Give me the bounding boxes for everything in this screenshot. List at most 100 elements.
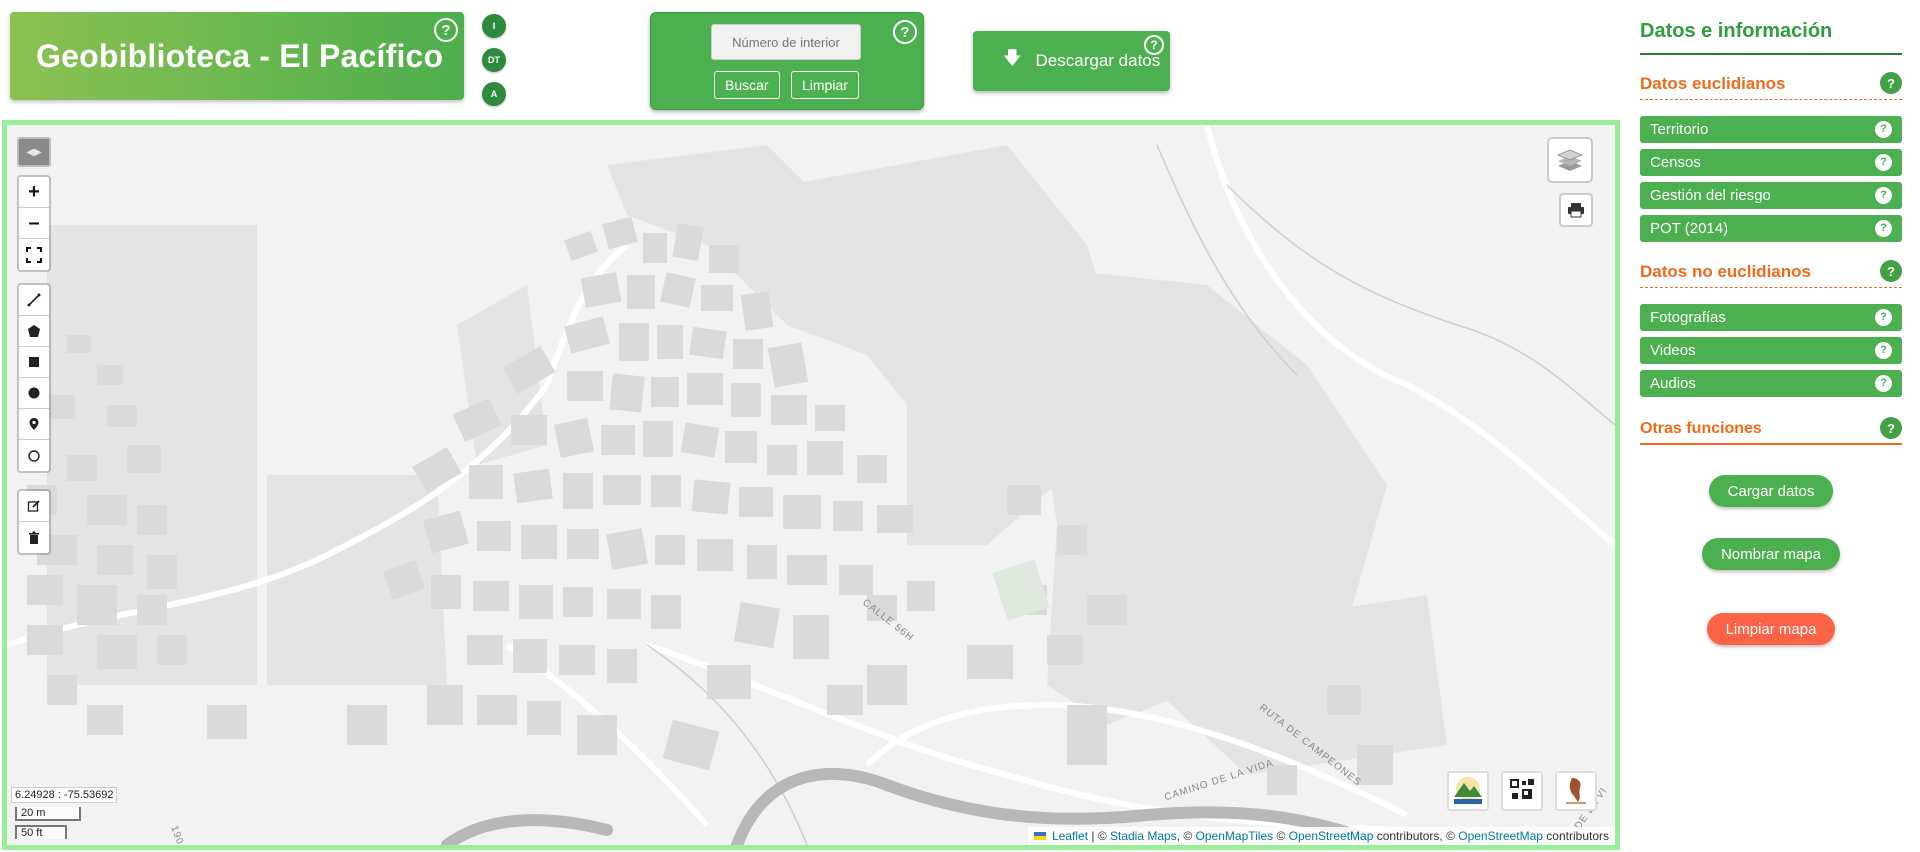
pot-help-icon[interactable]: ? [1875, 220, 1892, 237]
draw-circle-button[interactable] [19, 378, 49, 409]
page-title: Geobiblioteca - El Pacífico [36, 37, 444, 74]
layer-item-pot-2014[interactable]: POT (2014) ? [1640, 215, 1902, 242]
draw-polygon-button[interactable] [19, 316, 49, 347]
scale-bar-imperial: 50 ft [15, 825, 67, 839]
draw-circle-marker-button[interactable] [19, 440, 49, 471]
edit-icon [27, 500, 40, 512]
layers-icon [1556, 149, 1584, 171]
interior-number-input[interactable] [711, 24, 861, 60]
layer-item-videos[interactable]: Videos ? [1640, 337, 1902, 364]
draw-marker-button[interactable] [19, 409, 49, 440]
map-canvas[interactable]: CALLE 56H RUTA DE CAMPEONES CAMINO DE LA… [2, 120, 1620, 850]
layer-item-territorio[interactable]: Territorio ? [1640, 116, 1902, 143]
app-title-banner: Geobiblioteca - El Pacífico ? [10, 12, 464, 100]
draw-polyline-button[interactable] [19, 285, 49, 316]
info-i-button[interactable]: I [482, 14, 506, 38]
cartoslab-map-icon [1566, 778, 1586, 804]
layer-item-label: Censos [1650, 154, 1701, 171]
fullscreen-icon [26, 246, 42, 263]
section-non-euclidean-header: Datos no euclidianos ? [1640, 258, 1902, 288]
zoom-out-button[interactable]: – [19, 208, 49, 239]
layer-item-label: Videos [1650, 342, 1696, 359]
layer-item-label: Fotografías [1650, 309, 1726, 326]
videos-help-icon[interactable]: ? [1875, 342, 1892, 359]
download-data-button[interactable]: 🡇 Descargar datos ? [973, 31, 1170, 91]
search-help-icon[interactable]: ? [893, 20, 917, 44]
edit-layers-button[interactable] [19, 491, 49, 522]
mini-button-group: I DT A [482, 14, 506, 116]
leaflet-link[interactable]: Leaflet [1052, 829, 1088, 843]
territorio-help-icon[interactable]: ? [1875, 121, 1892, 138]
gestion-riesgo-help-icon[interactable]: ? [1875, 187, 1892, 204]
map-basemap [7, 125, 1615, 845]
ukraine-flag-icon [1033, 832, 1046, 840]
zoom-in-button[interactable]: + [19, 177, 49, 208]
el-pacifico-logo-icon[interactable] [1447, 771, 1489, 811]
non-euclidean-help-icon[interactable]: ? [1880, 260, 1902, 282]
section-euclidean-label: Datos euclidianos [1640, 74, 1786, 93]
edit-toolbar [17, 489, 51, 555]
polygon-icon [28, 325, 40, 337]
attribution-text-4: contributors, © [1373, 829, 1459, 843]
other-help-icon[interactable]: ? [1880, 417, 1902, 439]
qr-logo-icon[interactable] [1501, 771, 1543, 811]
rectangle-icon [29, 357, 39, 367]
euclidean-help-icon[interactable]: ? [1880, 72, 1902, 94]
load-data-button[interactable]: Cargar datos [1709, 475, 1833, 507]
el-pacifico-mountain-icon [1454, 777, 1482, 804]
name-map-button[interactable]: Nombrar mapa [1702, 538, 1840, 570]
draw-rectangle-button[interactable] [19, 347, 49, 378]
info-a-button[interactable]: A [482, 82, 506, 106]
delete-layers-button[interactable] [19, 522, 49, 553]
minus-icon: – [28, 211, 40, 234]
audios-help-icon[interactable]: ? [1875, 375, 1892, 392]
openstreetmap-link-2[interactable]: OpenStreetMap [1458, 829, 1543, 843]
print-map-button[interactable] [1559, 193, 1593, 227]
qr-code-icon [1510, 779, 1534, 799]
zoom-control: + – [17, 175, 51, 272]
layer-item-label: POT (2014) [1650, 220, 1729, 237]
censos-help-icon[interactable]: ? [1875, 154, 1892, 171]
collapse-toolbar-button[interactable]: ◀▶ [17, 137, 51, 167]
section-other-label: Otras funciones [1640, 420, 1762, 437]
panel-title: Datos e información [1640, 20, 1833, 42]
download-data-label: Descargar datos [1035, 51, 1161, 70]
draw-toolbar [17, 283, 51, 473]
section-euclidean-header: Datos euclidianos ? [1640, 70, 1902, 100]
clear-map-button[interactable]: Limpiar mapa [1707, 613, 1835, 645]
section-non-euclidean-label: Datos no euclidianos [1640, 262, 1811, 281]
layer-item-label: Gestión del riesgo [1650, 187, 1771, 204]
openmaptiles-link[interactable]: OpenMapTiles [1196, 829, 1274, 843]
circle-marker-icon [28, 449, 40, 462]
interior-search-box: ? Buscar Limpiar [650, 12, 924, 110]
marker-icon [29, 418, 39, 430]
download-help-icon[interactable]: ? [1144, 35, 1164, 55]
map-attribution: Leaflet | © Stadia Maps, © OpenMapTiles … [1027, 827, 1615, 845]
openstreetmap-link-1[interactable]: OpenStreetMap [1289, 829, 1374, 843]
clear-search-button[interactable]: Limpiar [791, 71, 859, 99]
partner-logos [1447, 771, 1597, 811]
attribution-text-1: | © [1088, 829, 1110, 843]
stadia-maps-link[interactable]: Stadia Maps [1110, 829, 1177, 843]
fullscreen-button[interactable] [19, 239, 49, 270]
section-other-header: Otras funciones ? [1640, 415, 1902, 445]
cartoslab-logo-icon[interactable] [1555, 771, 1597, 811]
layer-item-gestion-riesgo[interactable]: Gestión del riesgo ? [1640, 182, 1902, 209]
layer-item-audios[interactable]: Audios ? [1640, 370, 1902, 397]
printer-icon [1568, 203, 1584, 218]
layers-control-button[interactable] [1547, 137, 1593, 183]
polyline-icon [27, 293, 41, 307]
download-arrow-icon: 🡇 [1003, 48, 1022, 68]
trash-icon [29, 531, 39, 544]
info-dt-button[interactable]: DT [482, 48, 506, 72]
app-root: Geobiblioteca - El Pacífico ? I DT A ? B… [0, 0, 1920, 852]
title-help-icon[interactable]: ? [434, 18, 458, 42]
layer-item-label: Territorio [1650, 121, 1709, 138]
fotografias-help-icon[interactable]: ? [1875, 309, 1892, 326]
data-info-panel: Datos e información Datos euclidianos ? … [1640, 0, 1902, 852]
panel-title-divider [1640, 53, 1902, 55]
circle-icon [28, 387, 40, 399]
layer-item-fotografias[interactable]: Fotografías ? [1640, 304, 1902, 331]
layer-item-censos[interactable]: Censos ? [1640, 149, 1902, 176]
search-button[interactable]: Buscar [714, 71, 780, 99]
